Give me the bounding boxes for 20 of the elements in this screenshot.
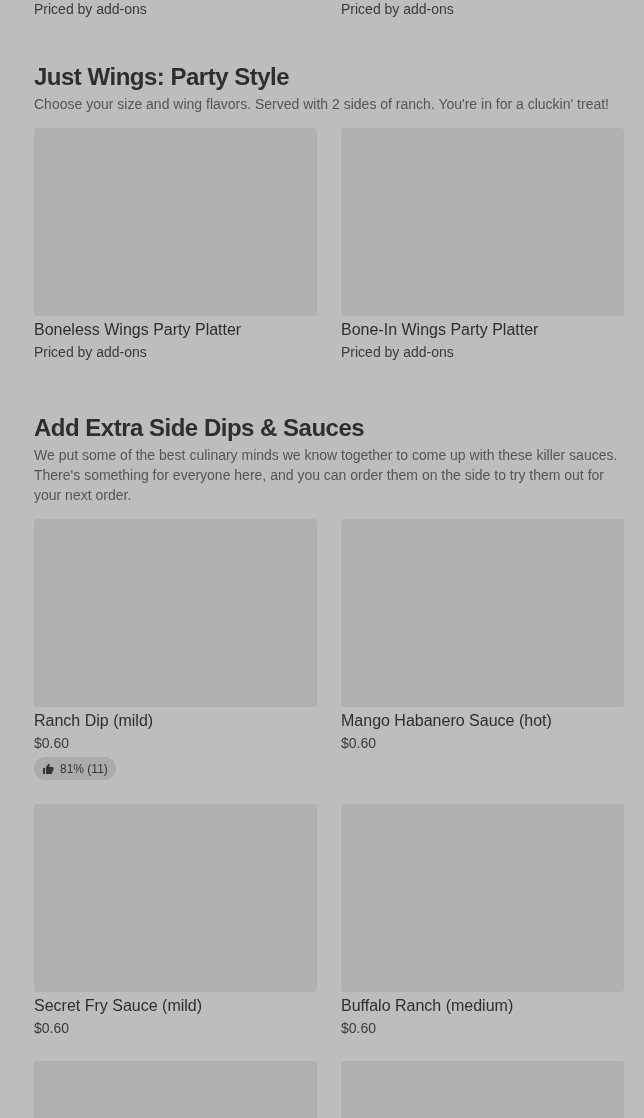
item-price: Priced by add-ons bbox=[34, 343, 148, 361]
item-price: $0.60 bbox=[34, 734, 71, 752]
item-name[interactable]: Ranch Dip (mild) bbox=[34, 711, 317, 731]
item-name[interactable]: Bone-In Wings Party Platter bbox=[341, 320, 624, 340]
section-title: Add Extra Side Dips & Sauces bbox=[34, 413, 366, 443]
item-price: Priced by add-ons bbox=[341, 0, 455, 18]
section-description: Choose your size and wing flavors. Served with 2 sides of ranch. You're in for a cluckin' treat! bbox=[34, 95, 610, 114]
item-price: Priced by add-ons bbox=[341, 343, 455, 361]
item-name[interactable]: Mango Habanero Sauce (hot) bbox=[341, 711, 624, 731]
item-price: $0.60 bbox=[341, 1019, 378, 1037]
section-description: We put some of the best culinary minds we know together to come up with these killer sauces. There's something for everyone here, and you can order them on the side to try them out for your next order. bbox=[34, 446, 619, 505]
item-name[interactable]: Boneless Wings Party Platter bbox=[34, 320, 317, 340]
thumbs-up-icon bbox=[42, 762, 54, 775]
item-price: Priced by add-ons bbox=[34, 0, 148, 18]
item-price: $0.60 bbox=[34, 1019, 71, 1037]
item-name[interactable]: Buffalo Ranch (medium) bbox=[341, 996, 624, 1016]
rating-badge: 81% (11) bbox=[34, 757, 116, 780]
item-name[interactable]: Secret Fry Sauce (mild) bbox=[34, 996, 317, 1016]
section-title: Just Wings: Party Style bbox=[34, 62, 291, 92]
item-price: $0.60 bbox=[341, 734, 378, 752]
